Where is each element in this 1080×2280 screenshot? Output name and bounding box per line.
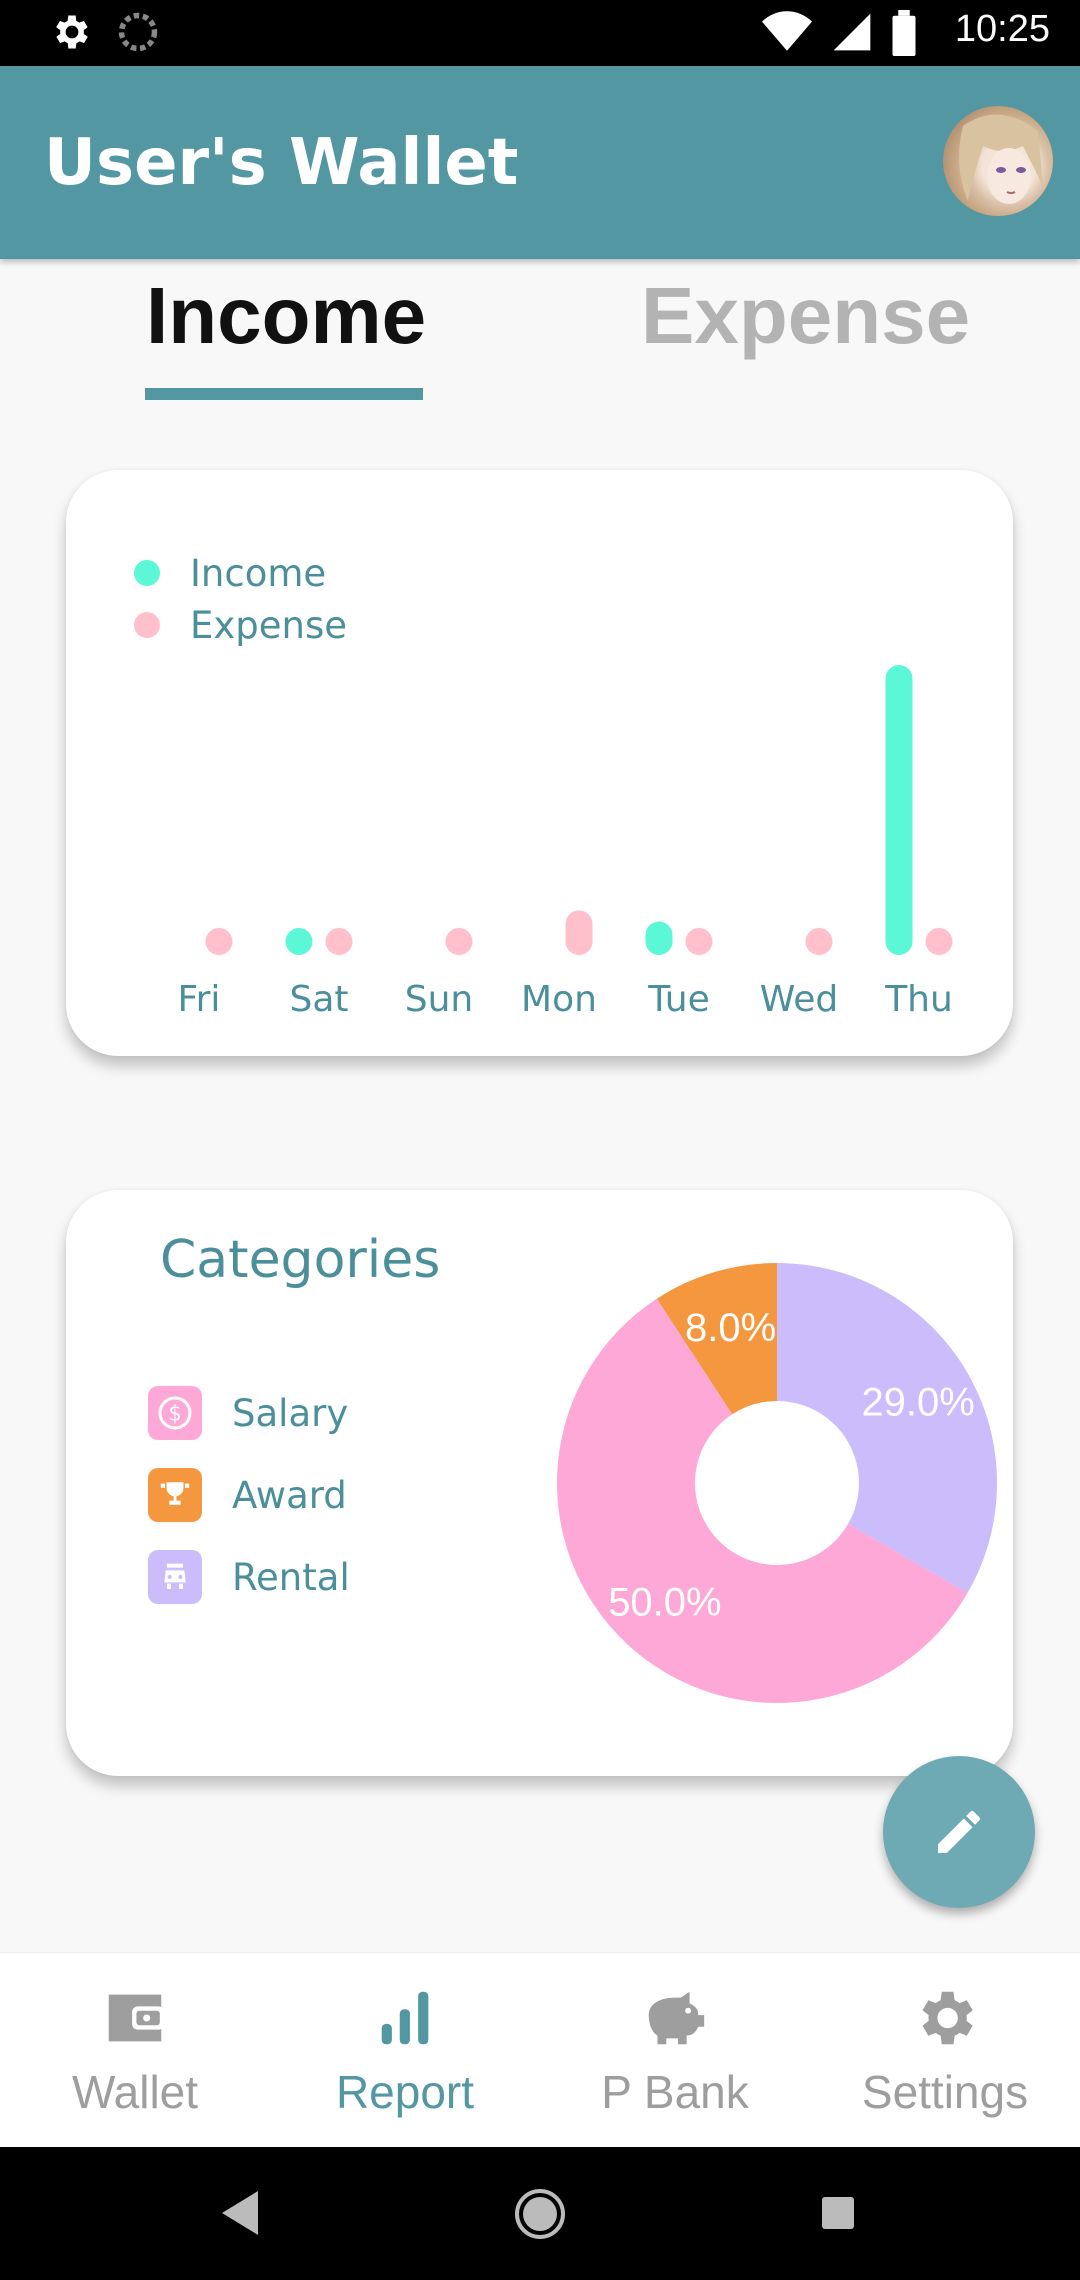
expense-bar-sat — [325, 928, 353, 955]
x-tick-label: Sat — [289, 979, 348, 1020]
wallet-icon — [108, 1994, 165, 2042]
gear-icon — [922, 1991, 973, 2045]
nav-settings[interactable]: Settings — [810, 1953, 1080, 2148]
category-pie-chart: 29.0% 50.0% 8.0% — [556, 1263, 997, 1703]
tab-income[interactable]: Income — [146, 270, 426, 362]
expense-bar-sun — [445, 928, 473, 955]
recents-icon[interactable] — [820, 2195, 856, 2231]
bottom-navigation: Wallet Report P Bank Settings — [0, 1952, 1080, 2148]
bar-chart: Fri Sat Sun Mon Tue Wed Thu — [178, 665, 953, 1020]
pie-value-label: 50.0% — [608, 1580, 721, 1624]
pie-value-label: 8.0% — [685, 1306, 776, 1350]
income-bar-thu — [885, 665, 913, 955]
expense-bar-thu — [925, 928, 953, 955]
income-bar-tue — [645, 921, 673, 955]
signal-icon — [833, 13, 871, 51]
system-nav-bar — [0, 2147, 1080, 2280]
app-bar: User's Wallet — [0, 66, 1080, 259]
chart-icon — [381, 1991, 429, 2045]
nav-label: Report — [335, 2066, 475, 2118]
nav-label: Wallet — [71, 2066, 199, 2118]
nav-pbank[interactable]: P Bank — [540, 1953, 810, 2148]
nav-label: P Bank — [601, 2066, 749, 2118]
settings-icon — [56, 15, 88, 49]
expense-bar-fri — [205, 928, 233, 955]
x-tick-label: Mon — [521, 979, 597, 1020]
x-tick-label: Sun — [405, 979, 473, 1020]
status-time: 10:25 — [954, 8, 1050, 50]
categories-card: Categories $ Salary Award Rental 29.0% 50… — [66, 1190, 1013, 1776]
edit-fab[interactable] — [883, 1756, 1035, 1908]
battery-icon — [892, 10, 916, 56]
nav-label: Settings — [861, 2066, 1029, 2118]
income-bar-sat — [285, 928, 313, 955]
tab-indicator — [145, 388, 423, 400]
pie-value-label: 29.0% — [861, 1381, 974, 1425]
status-bar: 10:25 — [0, 0, 1080, 66]
expense-bar-wed — [805, 928, 833, 955]
nav-wallet[interactable]: Wallet — [0, 1953, 270, 2148]
pie-slice-rental — [777, 1263, 997, 1593]
avatar-image — [959, 114, 1043, 204]
expense-bar-tue — [685, 928, 713, 955]
weekly-chart-card: Income Expense Fri Sat Sun Mon Tue Wed Thu — [66, 470, 1013, 1056]
expense-bar-mon — [565, 910, 593, 955]
wifi-icon — [762, 11, 812, 51]
profile-avatar[interactable] — [943, 106, 1053, 216]
x-tick-label: Tue — [647, 979, 710, 1020]
sync-icon — [118, 12, 158, 52]
nav-report[interactable]: Report — [270, 1953, 540, 2148]
edit-icon — [938, 1810, 980, 1853]
x-tick-label: Fri — [178, 979, 221, 1020]
home-icon[interactable] — [513, 2187, 567, 2241]
back-icon[interactable] — [222, 2191, 258, 2235]
app-title: User's Wallet — [44, 126, 519, 200]
x-tick-label: Thu — [884, 979, 953, 1020]
tab-expense[interactable]: Expense — [641, 270, 970, 362]
x-tick-label: Wed — [760, 979, 839, 1020]
piggy-bank-icon — [648, 1991, 705, 2045]
